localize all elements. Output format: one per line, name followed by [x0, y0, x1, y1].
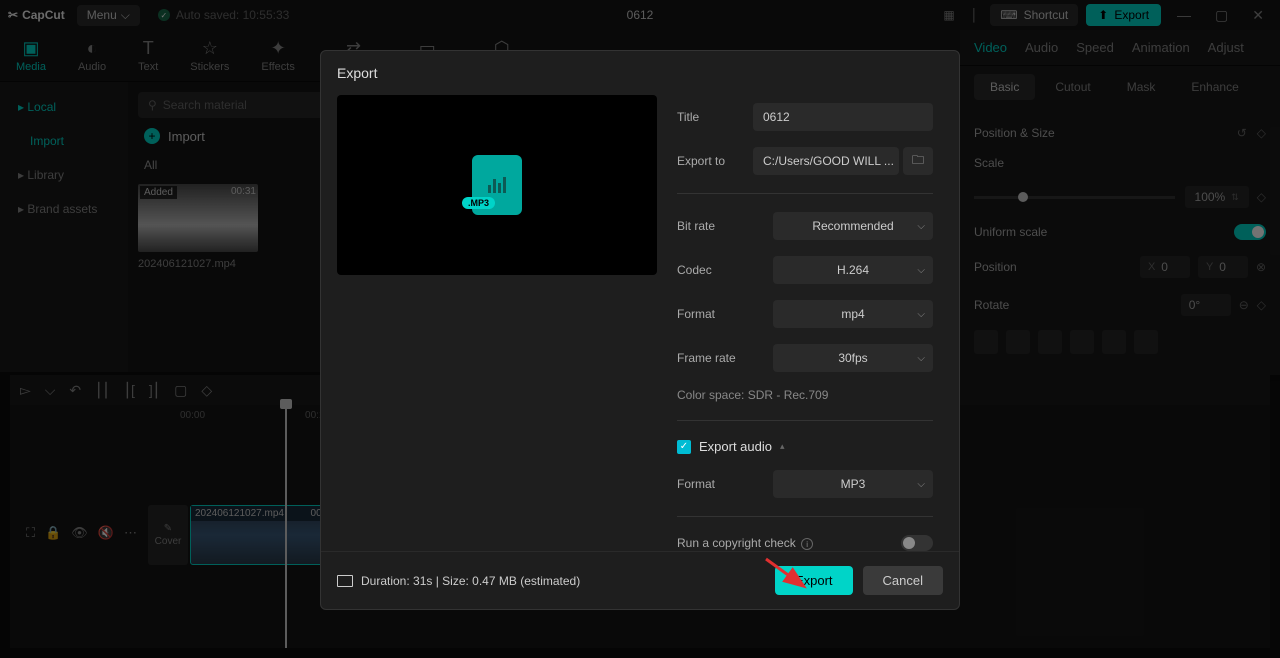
export-audio-label: Export audio — [699, 439, 772, 454]
format-row: Format mp4 — [677, 292, 933, 336]
duration-text: Duration: 31s | Size: 0.47 MB (estimated… — [361, 574, 580, 588]
framerate-select[interactable]: 30fps — [773, 344, 933, 372]
bitrate-row: Bit rate Recommended — [677, 204, 933, 248]
button-group: Export Cancel — [775, 566, 943, 595]
bitrate-label: Bit rate — [677, 219, 715, 233]
format-label: Format — [677, 307, 715, 321]
folder-icon: 🗀 — [912, 151, 924, 172]
export-audio-header[interactable]: ✓ Export audio ▴ — [677, 431, 933, 462]
audio-format-select[interactable]: MP3 — [773, 470, 933, 498]
film-icon — [337, 575, 353, 587]
chevron-up-icon: ▴ — [780, 441, 785, 452]
export-path: C:/Users/GOOD WILL ... — [753, 147, 899, 175]
copyright-label-group: Run a copyright check i — [677, 536, 813, 551]
info-icon[interactable]: i — [801, 538, 813, 550]
export-form: Title Export to C:/Users/GOOD WILL ... 🗀… — [677, 95, 943, 551]
audio-format-label: Format — [677, 477, 715, 491]
format-select[interactable]: mp4 — [773, 300, 933, 328]
modal-header: Export — [321, 51, 959, 95]
export-modal: Export .MP3 Title Ex — [320, 50, 960, 610]
bitrate-select[interactable]: Recommended — [773, 212, 933, 240]
codec-select[interactable]: H.264 — [773, 256, 933, 284]
modal-footer: Duration: 31s | Size: 0.47 MB (estimated… — [321, 551, 959, 609]
framerate-row: Frame rate 30fps — [677, 336, 933, 380]
copyright-row: Run a copyright check i — [677, 527, 933, 551]
export-to-label: Export to — [677, 154, 725, 168]
export-audio-checkbox[interactable]: ✓ — [677, 440, 691, 454]
divider — [677, 420, 933, 421]
codec-row: Codec H.264 — [677, 248, 933, 292]
colorspace-info: Color space: SDR - Rec.709 — [677, 380, 933, 410]
export-to-row: Export to C:/Users/GOOD WILL ... 🗀 — [677, 139, 933, 183]
codec-label: Codec — [677, 263, 712, 277]
title-row: Title — [677, 95, 933, 139]
browse-folder-button[interactable]: 🗀 — [903, 147, 933, 175]
modal-body: .MP3 Title Export to C:/Users/GOOD WILL … — [321, 95, 959, 551]
divider — [677, 193, 933, 194]
divider — [677, 516, 933, 517]
cancel-button[interactable]: Cancel — [863, 566, 943, 595]
mp3-badge: .MP3 — [462, 197, 495, 209]
title-label: Title — [677, 110, 699, 124]
export-preview: .MP3 — [337, 95, 657, 275]
title-input[interactable] — [753, 103, 933, 131]
copyright-toggle[interactable] — [901, 535, 933, 551]
copyright-label: Run a copyright check — [677, 536, 796, 550]
mp3-file-icon: .MP3 — [472, 155, 522, 215]
duration-info: Duration: 31s | Size: 0.47 MB (estimated… — [337, 574, 580, 588]
framerate-label: Frame rate — [677, 351, 736, 365]
audio-format-row: Format MP3 — [677, 462, 933, 506]
export-button[interactable]: Export — [775, 566, 853, 595]
